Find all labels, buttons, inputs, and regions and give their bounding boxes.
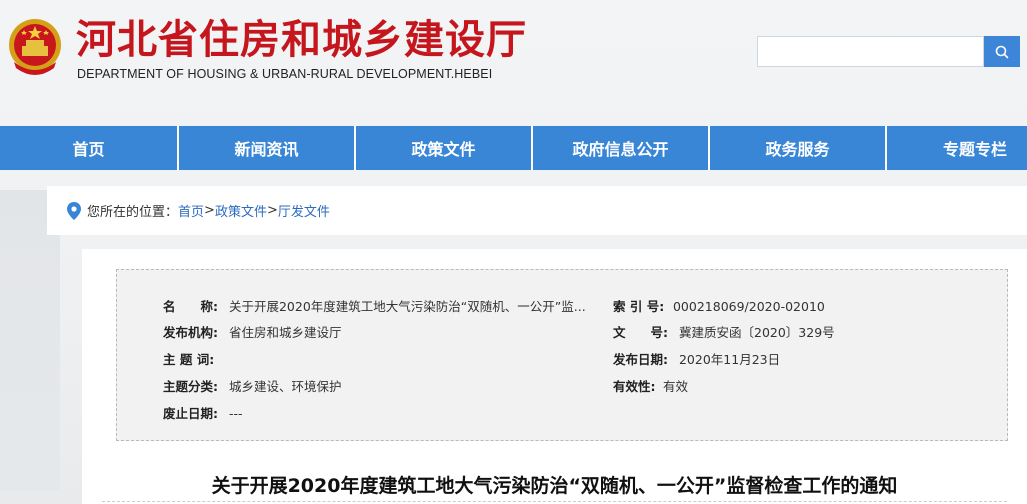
background-tower-graphic bbox=[0, 190, 60, 490]
document-metadata: 名 称: 关于开展2020年度建筑工地大气污染防治“双随机、一公开”监... 索… bbox=[116, 269, 1008, 441]
meta-label: 发布日期: bbox=[613, 352, 668, 367]
meta-label: 有效性: bbox=[613, 379, 656, 394]
title-divider bbox=[102, 501, 1007, 502]
nav-item-gov-info[interactable]: 政府信息公开 bbox=[533, 126, 710, 170]
meta-date-row: 发布日期: 2020年11月23日 bbox=[613, 349, 780, 368]
meta-label: 主 题 词: bbox=[163, 352, 215, 367]
search-input[interactable] bbox=[757, 36, 984, 67]
breadcrumb-prefix: 您所在的位置： bbox=[87, 205, 179, 220]
breadcrumb-policy[interactable]: 政策文件 bbox=[215, 201, 267, 220]
meta-subject-row: 主 题 词: bbox=[163, 349, 225, 368]
nav-item-policy[interactable]: 政策文件 bbox=[356, 126, 533, 170]
meta-value: 省住房和城乡建设厅 bbox=[228, 325, 342, 340]
breadcrumb-separator: > bbox=[266, 203, 278, 218]
site-title: 河北省住房和城乡建设厅 bbox=[76, 16, 527, 63]
meta-label: 索 引 号: bbox=[613, 299, 665, 314]
nav-item-services[interactable]: 政务服务 bbox=[710, 126, 887, 170]
meta-value: 冀建质安函〔2020〕329号 bbox=[678, 325, 835, 340]
search-icon bbox=[995, 45, 1009, 58]
document-panel: 名 称: 关于开展2020年度建筑工地大气污染防治“双随机、一公开”监... 索… bbox=[82, 249, 1027, 504]
nav-item-news[interactable]: 新闻资讯 bbox=[179, 126, 356, 170]
breadcrumb-separator: > bbox=[204, 203, 215, 218]
meta-category-row: 主题分类: 城乡建设、环境保护 bbox=[163, 376, 342, 395]
meta-label: 废止日期: bbox=[163, 406, 218, 421]
meta-value: --- bbox=[228, 406, 243, 421]
search-button[interactable] bbox=[984, 36, 1020, 67]
nav-item-topics[interactable]: 专题专栏 bbox=[887, 126, 1027, 170]
meta-label: 名 称: bbox=[163, 299, 218, 314]
meta-repeal-row: 废止日期: --- bbox=[163, 403, 243, 422]
meta-name-row: 名 称: 关于开展2020年度建筑工地大气污染防治“双随机、一公开”监... bbox=[163, 296, 586, 315]
meta-index-row: 索 引 号: 000218069/2020-02010 bbox=[613, 296, 825, 315]
site-subtitle: DEPARTMENT OF HOUSING & URBAN-RURAL DEVE… bbox=[77, 67, 493, 81]
meta-label: 发布机构: bbox=[163, 325, 218, 340]
breadcrumb: 您所在的位置： 首页 > 政策文件 > 厅发文件 bbox=[47, 186, 1027, 235]
meta-publisher-row: 发布机构: 省住房和城乡建设厅 bbox=[163, 322, 342, 341]
meta-validity-row: 有效性: 有效 bbox=[613, 376, 688, 395]
meta-value: 2020年11月23日 bbox=[678, 352, 781, 367]
location-pin-icon bbox=[67, 201, 81, 220]
document-title: 关于开展2020年度建筑工地大气污染防治“双随机、一公开”监督检查工作的通知 bbox=[211, 475, 898, 497]
main-nav: 首页 新闻资讯 政策文件 政府信息公开 政务服务 专题专栏 bbox=[0, 126, 1027, 170]
national-emblem-icon bbox=[4, 16, 66, 80]
nav-item-home[interactable]: 首页 bbox=[0, 126, 179, 170]
meta-value: 城乡建设、环境保护 bbox=[228, 379, 342, 394]
breadcrumb-home[interactable]: 首页 bbox=[178, 201, 204, 220]
meta-value: 000218069/2020-02010 bbox=[672, 299, 825, 314]
meta-label: 主题分类: bbox=[163, 379, 218, 394]
site-header: 河北省住房和城乡建设厅 DEPARTMENT OF HOUSING & URBA… bbox=[0, 0, 1027, 126]
meta-label: 文 号: bbox=[613, 325, 668, 340]
meta-value: 关于开展2020年度建筑工地大气污染防治“双随机、一公开”监... bbox=[228, 299, 586, 314]
meta-value: 有效 bbox=[662, 379, 688, 394]
breadcrumb-dept-docs[interactable]: 厅发文件 bbox=[278, 201, 330, 220]
meta-docno-row: 文 号: 冀建质安函〔2020〕329号 bbox=[613, 322, 835, 341]
